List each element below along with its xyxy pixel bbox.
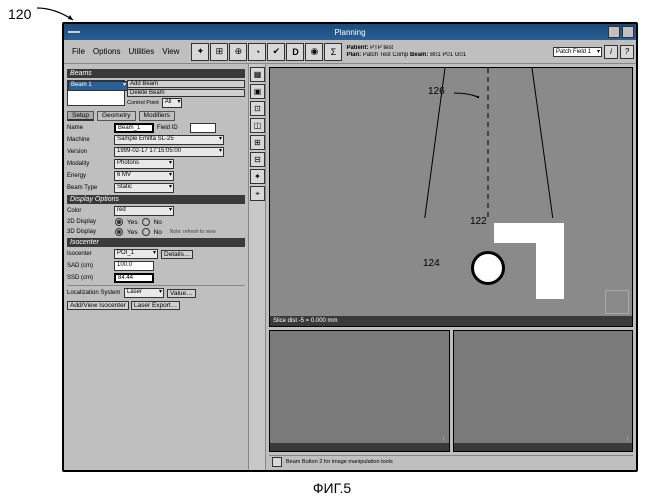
annotation-122: 122 bbox=[470, 216, 487, 227]
strip-tool-4[interactable]: ◫ bbox=[250, 118, 265, 133]
toolbar-icon-6[interactable]: D bbox=[286, 43, 304, 61]
menu-utilities[interactable]: Utilities bbox=[126, 45, 156, 58]
strip-tool-6[interactable]: ⊟ bbox=[250, 152, 265, 167]
control-point-select[interactable]: All bbox=[162, 98, 183, 108]
field-selector[interactable]: Patch Field 1 bbox=[553, 47, 602, 57]
isocenter-panel-header: Isocenter bbox=[67, 238, 245, 247]
menu-file[interactable]: File bbox=[70, 45, 87, 58]
annotation-124: 124 bbox=[423, 258, 440, 269]
sad-input[interactable]: 100.0 bbox=[114, 261, 154, 271]
help-icon[interactable]: ? bbox=[620, 45, 634, 59]
toolbar: ✦ ⊞ ⊕ ◔ ✔ D ◉ Σ bbox=[191, 43, 342, 61]
annotation-126: 126 bbox=[428, 86, 445, 97]
toolbar-icon-5[interactable]: ✔ bbox=[267, 43, 285, 61]
strip-tool-5[interactable]: ⊞ bbox=[250, 135, 265, 150]
color-select[interactable]: red bbox=[114, 206, 174, 216]
toolbar-icon-1[interactable]: ✦ bbox=[191, 43, 209, 61]
tab-modifiers[interactable]: Modifiers bbox=[139, 111, 175, 121]
tumor-circle bbox=[471, 251, 505, 285]
menu-options[interactable]: Options bbox=[91, 45, 123, 58]
beam-list[interactable]: Beam 1 bbox=[67, 80, 125, 106]
toolbar-icon-4[interactable]: ◔ bbox=[248, 43, 266, 61]
strip-tool-3[interactable]: ⊡ bbox=[250, 101, 265, 116]
strip-tool-7[interactable]: ✦ bbox=[250, 169, 265, 184]
add-isocenter-button[interactable]: Add/View Isocenter bbox=[67, 301, 129, 310]
status-icon[interactable] bbox=[272, 457, 282, 467]
tab-setup[interactable]: Setup bbox=[67, 111, 94, 121]
delete-beam-button[interactable]: Delete Beam bbox=[127, 89, 245, 97]
block-shape-horiz bbox=[494, 223, 564, 243]
title-bar: Planning bbox=[64, 24, 636, 40]
display2d-yes[interactable] bbox=[115, 218, 123, 226]
window-title: Planning bbox=[334, 28, 365, 37]
modality-select[interactable]: Photons bbox=[114, 159, 174, 169]
beam-type-select[interactable]: Static bbox=[114, 183, 174, 193]
laser-export-button[interactable]: Laser Export… bbox=[131, 301, 180, 310]
toolbar-icon-8[interactable]: Σ bbox=[324, 43, 342, 61]
energy-select[interactable]: 6 MV bbox=[114, 171, 174, 181]
display-panel-header: Display Options bbox=[67, 195, 245, 204]
display2d-no[interactable] bbox=[142, 218, 150, 226]
main-viewport[interactable]: 126 122 124 Slice dist -5 = 0.000 mm bbox=[269, 67, 633, 327]
display3d-yes[interactable] bbox=[115, 228, 123, 236]
status-bar: Beam Button 2 for image manipulation too… bbox=[269, 455, 633, 467]
strip-tool-2[interactable]: ▣ bbox=[250, 84, 265, 99]
orientation-cube bbox=[605, 290, 629, 314]
machine-select[interactable]: Sample Emitta SL-25 bbox=[114, 135, 224, 145]
name-input[interactable]: Beam_1 bbox=[114, 123, 154, 133]
field-id-input[interactable] bbox=[190, 123, 216, 133]
vertical-toolstrip: ▦ ▣ ⊡ ◫ ⊞ ⊟ ✦ ⌖ bbox=[248, 64, 266, 470]
value-button[interactable]: Value… bbox=[167, 289, 196, 298]
app-window: Planning File Options Utilities View ✦ ⊞… bbox=[62, 22, 638, 472]
display3d-no[interactable] bbox=[142, 228, 150, 236]
toolbar-icon-3[interactable]: ⊕ bbox=[229, 43, 247, 61]
add-beam-button[interactable]: Add Beam bbox=[127, 80, 245, 88]
beams-panel-header: Beams bbox=[67, 69, 245, 78]
sys-menu-icon[interactable] bbox=[68, 31, 80, 33]
version-select[interactable]: 1999-02-17 17:15:05:00 bbox=[114, 147, 224, 157]
thumbnail-view-1[interactable]: — bbox=[269, 330, 450, 452]
details-button[interactable]: Details… bbox=[161, 250, 193, 259]
minimize-button[interactable] bbox=[608, 26, 620, 38]
toolbar-icon-7[interactable]: ◉ bbox=[305, 43, 323, 61]
figure-caption: ФИГ.5 bbox=[313, 480, 351, 496]
menu-view[interactable]: View bbox=[160, 45, 181, 58]
menu-bar: File Options Utilities View ✦ ⊞ ⊕ ◔ ✔ D … bbox=[64, 40, 636, 64]
status-text: Beam Button 2 for image manipulation too… bbox=[286, 459, 393, 465]
left-panel: Beams Beam 1 Add Beam Delete Beam Contro… bbox=[64, 64, 248, 470]
main-view-footer: Slice dist -5 = 0.000 mm bbox=[270, 316, 632, 326]
isocenter-select[interactable]: POI_1 bbox=[114, 249, 158, 259]
patient-plan-info: Patient: PTP test Plan: Patch Test Comp … bbox=[346, 45, 551, 58]
strip-tool-1[interactable]: ▦ bbox=[250, 67, 265, 82]
info-icon[interactable]: i bbox=[604, 45, 618, 59]
block-shape-vert bbox=[536, 243, 564, 299]
thumbnail-view-2[interactable]: — bbox=[453, 330, 634, 452]
loc-system-select[interactable]: Laser bbox=[124, 288, 164, 298]
strip-tool-8[interactable]: ⌖ bbox=[250, 186, 265, 201]
toolbar-icon-2[interactable]: ⊞ bbox=[210, 43, 228, 61]
beam-overlay bbox=[270, 68, 570, 218]
tab-geometry[interactable]: Geometry bbox=[97, 111, 136, 121]
ssd-input[interactable]: 84.44 bbox=[114, 273, 154, 283]
maximize-button[interactable] bbox=[622, 26, 634, 38]
